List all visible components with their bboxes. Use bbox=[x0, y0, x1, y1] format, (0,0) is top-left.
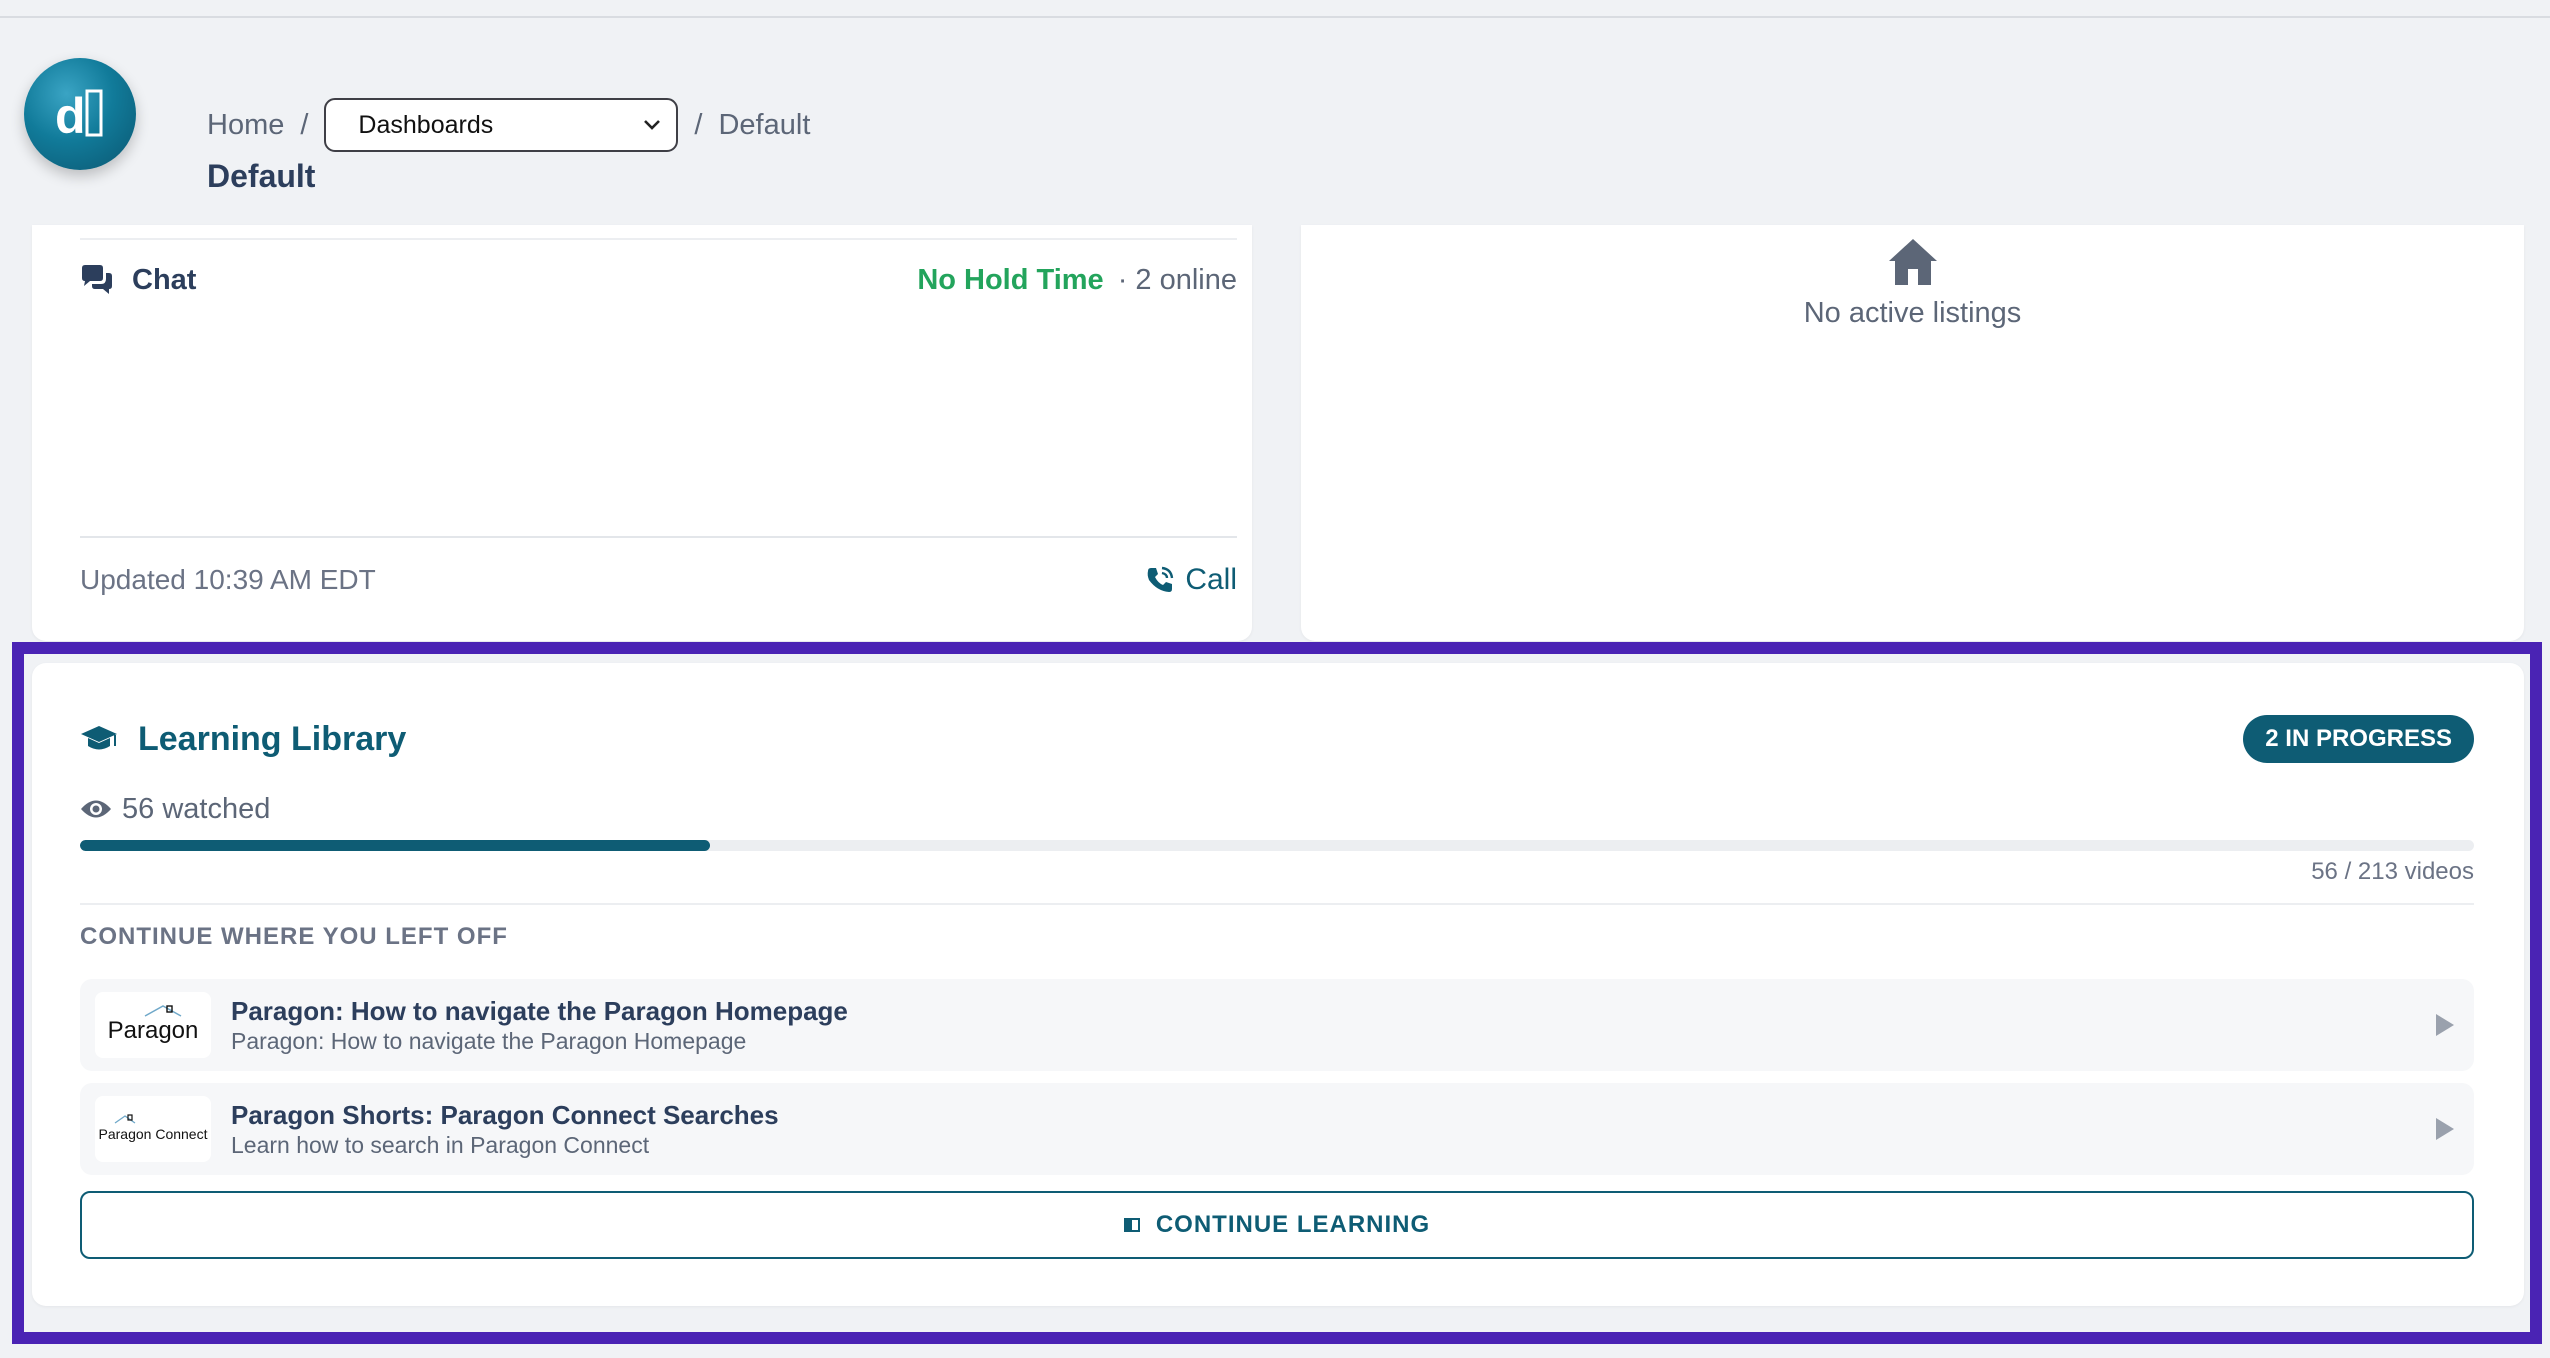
page-title: Default bbox=[207, 158, 316, 194]
svg-text:d: d bbox=[55, 88, 86, 144]
top-divider bbox=[0, 16, 2550, 18]
breadcrumb-separator: / bbox=[694, 108, 703, 141]
chat-title: Chat bbox=[132, 263, 197, 296]
video-count: 56 / 213 videos bbox=[2311, 858, 2474, 885]
continue-learning-button[interactable]: CONTINUE LEARNING bbox=[80, 1191, 2474, 1259]
breadcrumb-separator: / bbox=[300, 108, 309, 141]
learning-library-divider bbox=[80, 903, 2474, 905]
learning-library-card: Learning Library 2 IN PROGRESS 56 watche… bbox=[32, 663, 2524, 1306]
learning-library-header: Learning Library 2 IN PROGRESS bbox=[80, 713, 2474, 765]
video-texts: Paragon: How to navigate the Paragon Hom… bbox=[231, 995, 848, 1055]
continue-section-label: CONTINUE WHERE YOU LEFT OFF bbox=[80, 923, 508, 950]
listings-empty-state: No active listings bbox=[1301, 237, 2524, 330]
updated-timestamp: Updated 10:39 AM EDT bbox=[80, 564, 376, 595]
online-count: · 2 online bbox=[1117, 263, 1237, 296]
thumbnail-text: Paragon bbox=[107, 1017, 199, 1044]
house-icon bbox=[1888, 239, 1937, 285]
call-label: Call bbox=[1185, 563, 1237, 596]
paragon-roof-icon bbox=[144, 1005, 182, 1017]
dashboard-select[interactable]: Dashboards bbox=[324, 98, 679, 152]
hold-time-status: No Hold Time bbox=[917, 263, 1104, 296]
video-title: Paragon: How to navigate the Paragon Hom… bbox=[231, 996, 848, 1026]
video-item[interactable]: Paragon Paragon: How to navigate the Par… bbox=[80, 979, 2474, 1071]
in-progress-badge: 2 IN PROGRESS bbox=[2243, 715, 2474, 763]
eye-icon bbox=[81, 800, 111, 818]
video-thumbnail: Paragon bbox=[95, 992, 211, 1058]
chat-status: No Hold Time · 2 online bbox=[917, 264, 1237, 297]
logo-mark-icon: d bbox=[55, 88, 103, 144]
chat-card-footer: Updated 10:39 AM EDT Call bbox=[80, 555, 1237, 605]
play-icon[interactable] bbox=[2436, 1014, 2454, 1036]
call-button[interactable]: Call bbox=[1145, 563, 1237, 597]
breadcrumb-current: Default bbox=[718, 108, 811, 141]
thumbnail-text: Paragon Connect bbox=[98, 1126, 208, 1142]
breadcrumb: Home / Dashboards / Default bbox=[207, 98, 810, 152]
chat-card: Chat No Hold Time · 2 online Updated 10:… bbox=[32, 225, 1252, 641]
video-subtitle: Learn how to search in Paragon Connect bbox=[231, 1132, 650, 1158]
phone-icon bbox=[1147, 566, 1174, 592]
dashboard-select-value: Dashboards bbox=[358, 110, 494, 139]
breadcrumb-home[interactable]: Home bbox=[207, 109, 284, 142]
learning-library-title: Learning Library bbox=[138, 719, 407, 758]
watched-count: 56 watched bbox=[122, 792, 271, 825]
chat-bubbles-icon bbox=[82, 265, 112, 294]
book-open-icon bbox=[1123, 1218, 1140, 1232]
video-item[interactable]: Paragon Connect Paragon Shorts: Paragon … bbox=[80, 1083, 2474, 1175]
video-thumbnail: Paragon Connect bbox=[95, 1096, 211, 1162]
no-listings-text: No active listings bbox=[1803, 297, 2022, 329]
graduation-cap-icon bbox=[81, 726, 117, 750]
video-title: Paragon Shorts: Paragon Connect Searches bbox=[231, 1100, 779, 1130]
chat-card-top-divider bbox=[80, 238, 1237, 240]
chat-card-divider bbox=[80, 536, 1237, 538]
paragon-roof-icon bbox=[114, 1114, 136, 1124]
chevron-down-icon bbox=[644, 120, 661, 130]
chat-card-header: Chat No Hold Time · 2 online bbox=[80, 255, 1237, 305]
video-subtitle: Paragon: How to navigate the Paragon Hom… bbox=[231, 1028, 747, 1054]
progress-bar bbox=[80, 840, 2474, 851]
progress-bar-fill bbox=[80, 840, 710, 851]
play-icon[interactable] bbox=[2436, 1118, 2454, 1140]
watched-row: 56 watched bbox=[80, 789, 270, 829]
listings-card: No active listings bbox=[1301, 225, 2524, 641]
video-texts: Paragon Shorts: Paragon Connect Searches… bbox=[231, 1099, 779, 1159]
continue-learning-label: CONTINUE LEARNING bbox=[1155, 1211, 1431, 1238]
app-logo[interactable]: d bbox=[24, 58, 136, 170]
